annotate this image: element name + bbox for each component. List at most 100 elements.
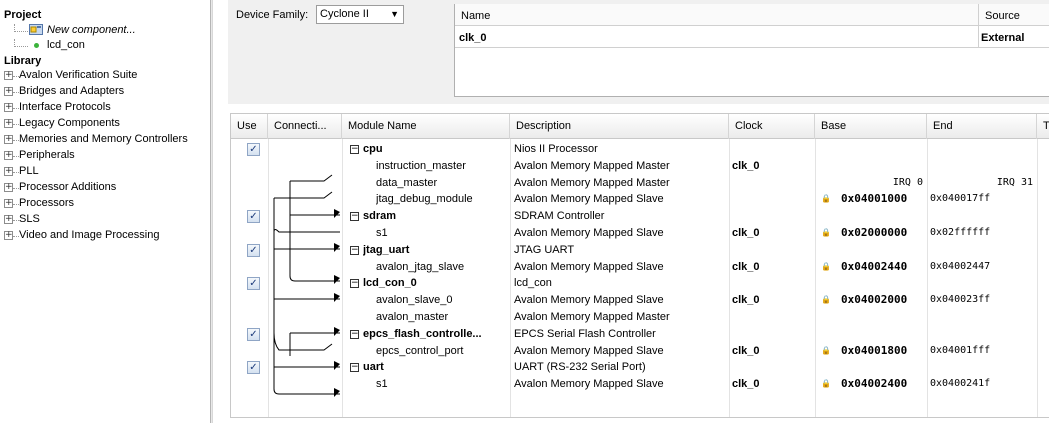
- expand-icon[interactable]: +: [4, 199, 13, 208]
- expand-icon[interactable]: +: [4, 87, 13, 96]
- module-row[interactable]: ✓ − uart UART (RS-232 Serial Port): [231, 359, 1049, 376]
- lock-icon[interactable]: 🔒: [821, 379, 831, 388]
- expand-icon[interactable]: +: [4, 103, 13, 112]
- clock-name-header[interactable]: Name: [461, 10, 490, 22]
- column-header-tags[interactable]: T: [1037, 114, 1049, 139]
- clock-value[interactable]: [732, 275, 814, 292]
- collapse-icon[interactable]: −: [350, 329, 359, 339]
- column-header-clock[interactable]: Clock: [729, 114, 815, 139]
- clock-value[interactable]: [732, 191, 814, 208]
- description: Avalon Memory Mapped Master: [514, 176, 670, 189]
- clock-value[interactable]: clk_0: [732, 292, 814, 309]
- use-checkbox[interactable]: ✓: [247, 277, 260, 291]
- description: Avalon Memory Mapped Master: [514, 159, 670, 172]
- lock-icon[interactable]: 🔒: [821, 346, 831, 355]
- port-row[interactable]: jtag_debug_module Avalon Memory Mapped Sl…: [231, 191, 1049, 208]
- port-name: avalon_slave_0: [376, 294, 453, 307]
- lock-icon[interactable]: 🔒: [821, 295, 831, 304]
- device-family-select[interactable]: Cyclone II ▼: [316, 5, 404, 24]
- clock-value[interactable]: [732, 326, 814, 343]
- module-name: jtag_uart: [363, 243, 410, 256]
- collapse-icon[interactable]: −: [350, 363, 359, 373]
- clock-value[interactable]: [732, 208, 814, 225]
- clock-value[interactable]: [732, 175, 814, 192]
- port-name: s1: [376, 378, 388, 391]
- port-row[interactable]: instruction_master Avalon Memory Mapped M…: [231, 158, 1049, 175]
- module-name: epcs_flash_controlle...: [363, 327, 482, 340]
- module-row[interactable]: ✓ − jtag_uart JTAG UART: [231, 242, 1049, 259]
- module-name: sdram: [363, 210, 397, 223]
- base-address[interactable]: 0x04002440: [841, 259, 925, 276]
- port-row[interactable]: avalon_master Avalon Memory Mapped Master: [231, 309, 1049, 326]
- end-address: 0x040023ff: [930, 294, 991, 306]
- expand-icon[interactable]: +: [4, 119, 13, 128]
- port-row[interactable]: s1 Avalon Memory Mapped Slave clk_0 🔒 0x0200…: [231, 225, 1049, 242]
- clock-value[interactable]: clk_0: [732, 376, 814, 393]
- expand-icon[interactable]: +: [4, 151, 13, 160]
- column-header-connections[interactable]: Connecti...: [268, 114, 342, 139]
- use-checkbox[interactable]: ✓: [247, 361, 260, 375]
- collapse-icon[interactable]: −: [350, 245, 359, 255]
- clock-value[interactable]: clk_0: [732, 225, 814, 242]
- base-address[interactable]: 0x04001000: [841, 191, 925, 208]
- column-header-use[interactable]: Use: [231, 114, 268, 139]
- use-checkbox[interactable]: ✓: [247, 327, 260, 341]
- description: Avalon Memory Mapped Slave: [514, 193, 664, 206]
- collapse-icon[interactable]: −: [350, 212, 359, 222]
- lock-icon[interactable]: 🔒: [821, 262, 831, 271]
- base-address[interactable]: 0x04002000: [841, 292, 925, 309]
- collapse-icon[interactable]: −: [350, 145, 359, 154]
- port-row[interactable]: avalon_jtag_slave Avalon Memory Mapped Sl…: [231, 259, 1049, 276]
- use-checkbox[interactable]: ✓: [247, 143, 260, 156]
- expand-icon[interactable]: +: [4, 135, 13, 144]
- clock-value[interactable]: clk_0: [732, 158, 814, 175]
- clock-value[interactable]: [732, 309, 814, 326]
- use-checkbox[interactable]: ✓: [247, 210, 260, 224]
- port-row[interactable]: epcs_control_port Avalon Memory Mapped Sl…: [231, 343, 1049, 360]
- port-row[interactable]: s1 Avalon Memory Mapped Slave clk_0 🔒 0x0400…: [231, 376, 1049, 393]
- lock-icon[interactable]: 🔒: [821, 194, 831, 203]
- irq-start[interactable]: IRQ 0: [817, 175, 925, 192]
- base-address[interactable]: 0x04002400: [841, 376, 925, 393]
- column-header-description[interactable]: Description: [510, 114, 729, 139]
- clock-source-header[interactable]: Source: [985, 10, 1020, 22]
- expand-icon[interactable]: +: [4, 167, 13, 176]
- lock-icon[interactable]: 🔒: [821, 228, 831, 237]
- column-header-module-name[interactable]: Module Name: [342, 114, 510, 139]
- expand-icon[interactable]: +: [4, 231, 13, 240]
- expand-icon[interactable]: +: [4, 215, 13, 224]
- collapse-icon[interactable]: −: [350, 279, 359, 289]
- port-name: avalon_jtag_slave: [376, 260, 465, 273]
- green-dot-icon: [34, 43, 39, 48]
- module-row[interactable]: ✓ − lcd_con_0 lcd_con: [231, 275, 1049, 292]
- module-row[interactable]: ✓ − sdram SDRAM Controller: [231, 208, 1049, 225]
- clock-value[interactable]: clk_0: [732, 343, 814, 360]
- clock-value[interactable]: [732, 141, 814, 158]
- description: Nios II Processor: [514, 143, 598, 155]
- panel-splitter[interactable]: [210, 0, 213, 423]
- column-header-end[interactable]: End: [927, 114, 1037, 139]
- module-row[interactable]: ✓ − cpu Nios II Processor: [231, 141, 1049, 158]
- expand-icon[interactable]: +: [4, 183, 13, 192]
- end-address: 0x040017ff: [930, 193, 991, 205]
- project-item-label: lcd_con: [47, 39, 85, 51]
- end-address: 0x0400241f: [930, 378, 991, 390]
- irq-end[interactable]: IRQ 31: [929, 175, 1035, 192]
- base-address[interactable]: 0x02000000: [841, 225, 925, 242]
- clock-value[interactable]: [732, 359, 814, 376]
- clock-value[interactable]: clk_0: [732, 259, 814, 276]
- system-contents-table: Use Connecti... Module Name Description …: [230, 113, 1049, 418]
- clock-name: clk_0: [459, 32, 487, 44]
- base-address[interactable]: 0x04001800: [841, 343, 925, 360]
- module-row[interactable]: ✓ − epcs_flash_controlle... EPCS Serial Fla…: [231, 326, 1049, 343]
- port-name: jtag_debug_module: [376, 193, 473, 206]
- description: EPCS Serial Flash Controller: [514, 327, 656, 340]
- clock-row[interactable]: clk_0 External: [455, 26, 1049, 48]
- port-row[interactable]: avalon_slave_0 Avalon Memory Mapped Slave…: [231, 292, 1049, 309]
- expand-icon[interactable]: +: [4, 71, 13, 80]
- column-header-base[interactable]: Base: [815, 114, 927, 139]
- clock-value[interactable]: [732, 242, 814, 259]
- use-checkbox[interactable]: ✓: [247, 243, 260, 257]
- description: Avalon Memory Mapped Slave: [514, 260, 664, 273]
- port-row[interactable]: data_master Avalon Memory Mapped Master IR…: [231, 175, 1049, 192]
